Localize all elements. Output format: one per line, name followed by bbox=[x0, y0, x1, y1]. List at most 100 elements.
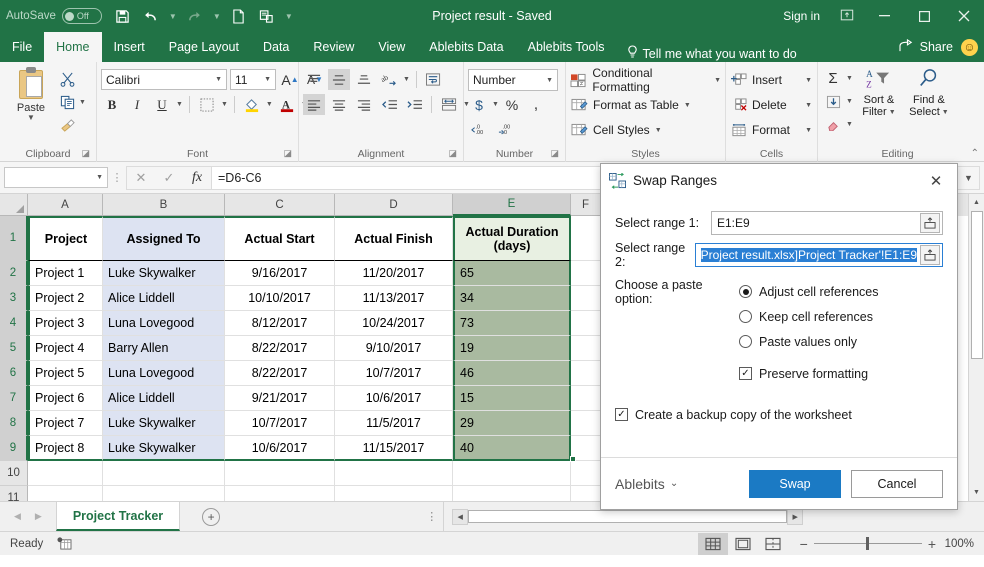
cell-d9[interactable]: 11/15/2017 bbox=[335, 436, 453, 461]
cell-e5[interactable]: 19 bbox=[453, 336, 571, 361]
minimize-button[interactable] bbox=[864, 0, 904, 32]
middle-align-icon[interactable] bbox=[328, 69, 350, 90]
cell-a6[interactable]: Project 5 bbox=[28, 361, 103, 386]
cut-button[interactable] bbox=[58, 69, 86, 89]
row-header-8[interactable]: 8 bbox=[0, 411, 28, 436]
tell-me-box[interactable]: Tell me what you want to do bbox=[617, 45, 807, 62]
underline-dropdown-icon[interactable]: ▼ bbox=[176, 101, 183, 108]
cell-a4[interactable]: Project 3 bbox=[28, 311, 103, 336]
column-header-b[interactable]: B bbox=[103, 194, 225, 216]
cell-b5[interactable]: Barry Allen bbox=[103, 336, 225, 361]
sheet-bar-grip[interactable]: ⋮ bbox=[420, 510, 443, 523]
cell-e8[interactable]: 29 bbox=[453, 411, 571, 436]
hscroll-right-icon[interactable]: ▶ bbox=[787, 508, 804, 525]
cell-e4[interactable]: 73 bbox=[453, 311, 571, 336]
row-header-7[interactable]: 7 bbox=[0, 386, 28, 411]
chevron-down-icon[interactable]: ▼ bbox=[655, 127, 662, 134]
cell-b7[interactable]: Alice Liddell bbox=[103, 386, 225, 411]
vertical-scrollbar[interactable]: ▲ ▼ bbox=[968, 194, 984, 501]
sheet-nav-arrows[interactable]: ◀ ▶ bbox=[0, 511, 56, 522]
radio-keep-cell-references[interactable] bbox=[739, 310, 752, 323]
chevron-down-icon[interactable]: ▼ bbox=[846, 75, 853, 82]
enter-icon[interactable]: ✓ bbox=[155, 167, 183, 189]
share-button[interactable]: Share bbox=[899, 38, 953, 56]
sheet-prev-icon[interactable]: ◀ bbox=[14, 511, 21, 522]
zoom-track[interactable] bbox=[813, 537, 922, 550]
cell-c3[interactable]: 10/10/2017 bbox=[225, 286, 335, 311]
cell-c2[interactable]: 9/16/2017 bbox=[225, 261, 335, 286]
paste-dropdown-icon[interactable]: ▼ bbox=[27, 114, 35, 122]
page-break-preview-icon[interactable] bbox=[758, 533, 788, 555]
paste-button[interactable]: Paste ▼ bbox=[4, 65, 58, 122]
select-all-corner[interactable] bbox=[0, 194, 28, 216]
bold-icon[interactable]: B bbox=[101, 94, 123, 115]
tab-ablebits-data[interactable]: Ablebits Data bbox=[417, 32, 515, 62]
fill-color-icon[interactable] bbox=[241, 94, 263, 115]
tab-insert[interactable]: Insert bbox=[102, 32, 157, 62]
chevron-down-icon[interactable]: ▼ bbox=[846, 98, 853, 105]
row-header-9[interactable]: 9 bbox=[0, 436, 28, 461]
format-cells-button[interactable]: Format ▼ bbox=[730, 119, 812, 141]
horizontal-scroll-thumb[interactable] bbox=[468, 510, 788, 523]
cell-c11[interactable] bbox=[225, 486, 335, 501]
cell-f3[interactable] bbox=[571, 286, 601, 311]
maximize-button[interactable] bbox=[904, 0, 944, 32]
column-header-d[interactable]: D bbox=[335, 194, 453, 216]
decrease-decimal-icon[interactable]: .00.0 bbox=[497, 118, 519, 139]
font-color-icon[interactable]: A bbox=[276, 94, 298, 115]
cell-e3[interactable]: 34 bbox=[453, 286, 571, 311]
cell-f1[interactable] bbox=[571, 216, 601, 261]
font-dialog-launcher[interactable]: ◪ bbox=[283, 145, 292, 161]
cell-a7[interactable]: Project 6 bbox=[28, 386, 103, 411]
range-2-picker-icon[interactable] bbox=[920, 245, 940, 265]
cell-e9[interactable]: 40 bbox=[453, 436, 571, 461]
hscroll-left-icon[interactable]: ◀ bbox=[452, 508, 469, 525]
merge-center-icon[interactable] bbox=[438, 94, 460, 115]
cell-e1[interactable]: Actual Duration (days) bbox=[453, 216, 571, 261]
font-size-combo[interactable]: 11 ▼ bbox=[230, 69, 276, 90]
cell-a10[interactable] bbox=[28, 461, 103, 486]
autosave-toggle[interactable]: Off bbox=[61, 8, 102, 24]
copy-button[interactable]: ▼ bbox=[58, 92, 86, 112]
cell-a5[interactable]: Project 4 bbox=[28, 336, 103, 361]
alignment-dialog-launcher[interactable]: ◪ bbox=[448, 145, 457, 161]
accounting-format-icon[interactable]: $ bbox=[468, 94, 490, 115]
cell-b8[interactable]: Luke Skywalker bbox=[103, 411, 225, 436]
wrap-text-icon[interactable] bbox=[423, 69, 445, 90]
tab-ablebits-tools[interactable]: Ablebits Tools bbox=[516, 32, 617, 62]
row-header-10[interactable]: 10 bbox=[0, 461, 28, 486]
fill-color-dropdown-icon[interactable]: ▼ bbox=[266, 101, 273, 108]
underline-icon[interactable]: U bbox=[151, 94, 173, 115]
cell-e6[interactable]: 46 bbox=[453, 361, 571, 386]
row-header-5[interactable]: 5 bbox=[0, 336, 28, 361]
cell-b3[interactable]: Alice Liddell bbox=[103, 286, 225, 311]
cell-d3[interactable]: 11/13/2017 bbox=[335, 286, 453, 311]
close-icon[interactable]: ✕ bbox=[923, 168, 949, 194]
row-header-11[interactable]: 11 bbox=[0, 486, 28, 501]
cell-a11[interactable] bbox=[28, 486, 103, 501]
cell-c6[interactable]: 8/22/2017 bbox=[225, 361, 335, 386]
cell-b9[interactable]: Luke Skywalker bbox=[103, 436, 225, 461]
vertical-scroll-thumb[interactable] bbox=[970, 211, 983, 359]
row-header-3[interactable]: 3 bbox=[0, 286, 28, 311]
chevron-down-icon[interactable]: ▼ bbox=[714, 77, 721, 84]
font-name-combo[interactable]: Calibri ▼ bbox=[101, 69, 227, 90]
cell-e10[interactable] bbox=[453, 461, 571, 486]
row-header-2[interactable]: 2 bbox=[0, 261, 28, 286]
center-align-icon[interactable] bbox=[328, 94, 350, 115]
delete-cells-button[interactable]: Delete ▼ bbox=[730, 94, 812, 116]
copy-dropdown-icon[interactable]: ▼ bbox=[79, 99, 86, 106]
swap-button[interactable]: Swap bbox=[749, 469, 841, 498]
scroll-up-icon[interactable]: ▲ bbox=[969, 194, 984, 211]
cell-a9[interactable]: Project 8 bbox=[28, 436, 103, 461]
cell-c8[interactable]: 10/7/2017 bbox=[225, 411, 335, 436]
cell-d2[interactable]: 11/20/2017 bbox=[335, 261, 453, 286]
tab-view[interactable]: View bbox=[366, 32, 417, 62]
accounting-dropdown-icon[interactable]: ▼ bbox=[492, 101, 499, 108]
save-icon[interactable] bbox=[110, 4, 136, 28]
customize-qat-icon[interactable]: ▼ bbox=[282, 4, 296, 28]
range-1-picker-icon[interactable] bbox=[920, 213, 940, 233]
zoom-slider[interactable]: − + bbox=[800, 536, 936, 552]
sort-filter-button[interactable]: AZ Sort & Filter ▼ bbox=[855, 68, 903, 135]
tab-data[interactable]: Data bbox=[251, 32, 301, 62]
